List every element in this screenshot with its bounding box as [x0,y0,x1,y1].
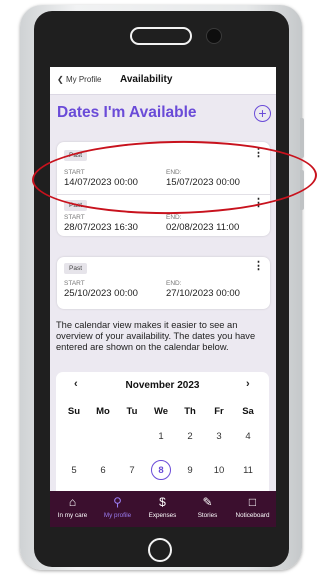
calendar-day[interactable]: 11 [234,465,262,476]
weekday-label: Su [67,406,81,417]
end-label: END: [166,214,182,221]
end-datetime: 27/10/2023 00:00 [166,288,240,299]
add-availability-button[interactable]: + [254,105,271,122]
more-options-icon[interactable]: ⋮ [253,259,264,272]
calendar-day[interactable]: 5 [60,465,88,476]
home-button [148,538,172,562]
plus-icon: + [258,105,267,121]
weekday-label: Tu [126,406,138,417]
start-label: START [64,214,85,221]
weekday-label: Fr [214,406,224,417]
back-label: My Profile [65,75,102,84]
calendar-day[interactable]: 2 [176,431,204,442]
top-bar: ❮ My Profile Availability [50,67,276,95]
status-badge: Past [64,263,88,274]
weekday-label: Sa [242,406,254,417]
calendar-description: The calendar view makes it easier to see… [56,320,256,352]
weekday-label: Th [184,406,196,417]
person-icon: ⚲ [113,495,122,509]
section-heading: Dates I'm Available [57,104,197,121]
calendar-day[interactable]: 1 [147,431,175,442]
chevron-right-icon: › [246,378,250,390]
next-month-button[interactable]: › [246,378,250,390]
tab-in-my-care[interactable]: ⌂ In my care [50,495,95,520]
calendar-day[interactable]: 6 [89,465,117,476]
availability-card: Past ⋮ START END: 25/10/2023 00:00 27/10… [57,257,270,309]
calendar-day[interactable]: 3 [205,431,233,442]
start-datetime: 28/07/2023 16:30 [64,222,138,233]
clipboard-icon: □ [248,495,257,509]
calendar-day[interactable]: 10 [205,465,233,476]
home-icon: ⌂ [68,495,77,509]
app-screen: ❮ My Profile Availability Dates I'm Avai… [50,67,276,527]
dollar-icon: $ [159,495,166,509]
side-button [300,118,304,158]
chevron-left-icon: ❮ [57,75,64,84]
weekday-label: We [153,406,169,417]
page-title: Availability [120,74,173,85]
start-datetime: 25/10/2023 00:00 [64,288,138,299]
bottom-tab-bar: ⌂ In my care ⚲ My profile $ Expenses ✎ S… [50,491,276,527]
back-button[interactable]: ❮ My Profile [57,75,102,84]
start-label: START [64,280,85,287]
calendar-day[interactable]: 7 [118,465,146,476]
edit-icon: ✎ [202,495,213,509]
tab-stories[interactable]: ✎ Stories [185,495,230,520]
calendar-day-selected[interactable]: 8 [147,465,175,476]
tab-noticeboard[interactable]: □ Noticeboard [230,495,275,520]
calendar-day[interactable]: 4 [234,431,262,442]
calendar-day[interactable]: 9 [176,465,204,476]
weekday-label: Mo [96,406,110,417]
calendar: ‹ November 2023 › Su Mo Tu We Th Fr Sa 1… [56,372,269,502]
speaker-grille [130,27,192,45]
tab-expenses[interactable]: $ Expenses [140,495,185,520]
camera-lens [206,28,222,44]
end-datetime: 02/08/2023 11:00 [166,222,240,233]
calendar-month: November 2023 [125,380,200,391]
tab-my-profile[interactable]: ⚲ My profile [95,495,140,520]
end-label: END: [166,280,182,287]
